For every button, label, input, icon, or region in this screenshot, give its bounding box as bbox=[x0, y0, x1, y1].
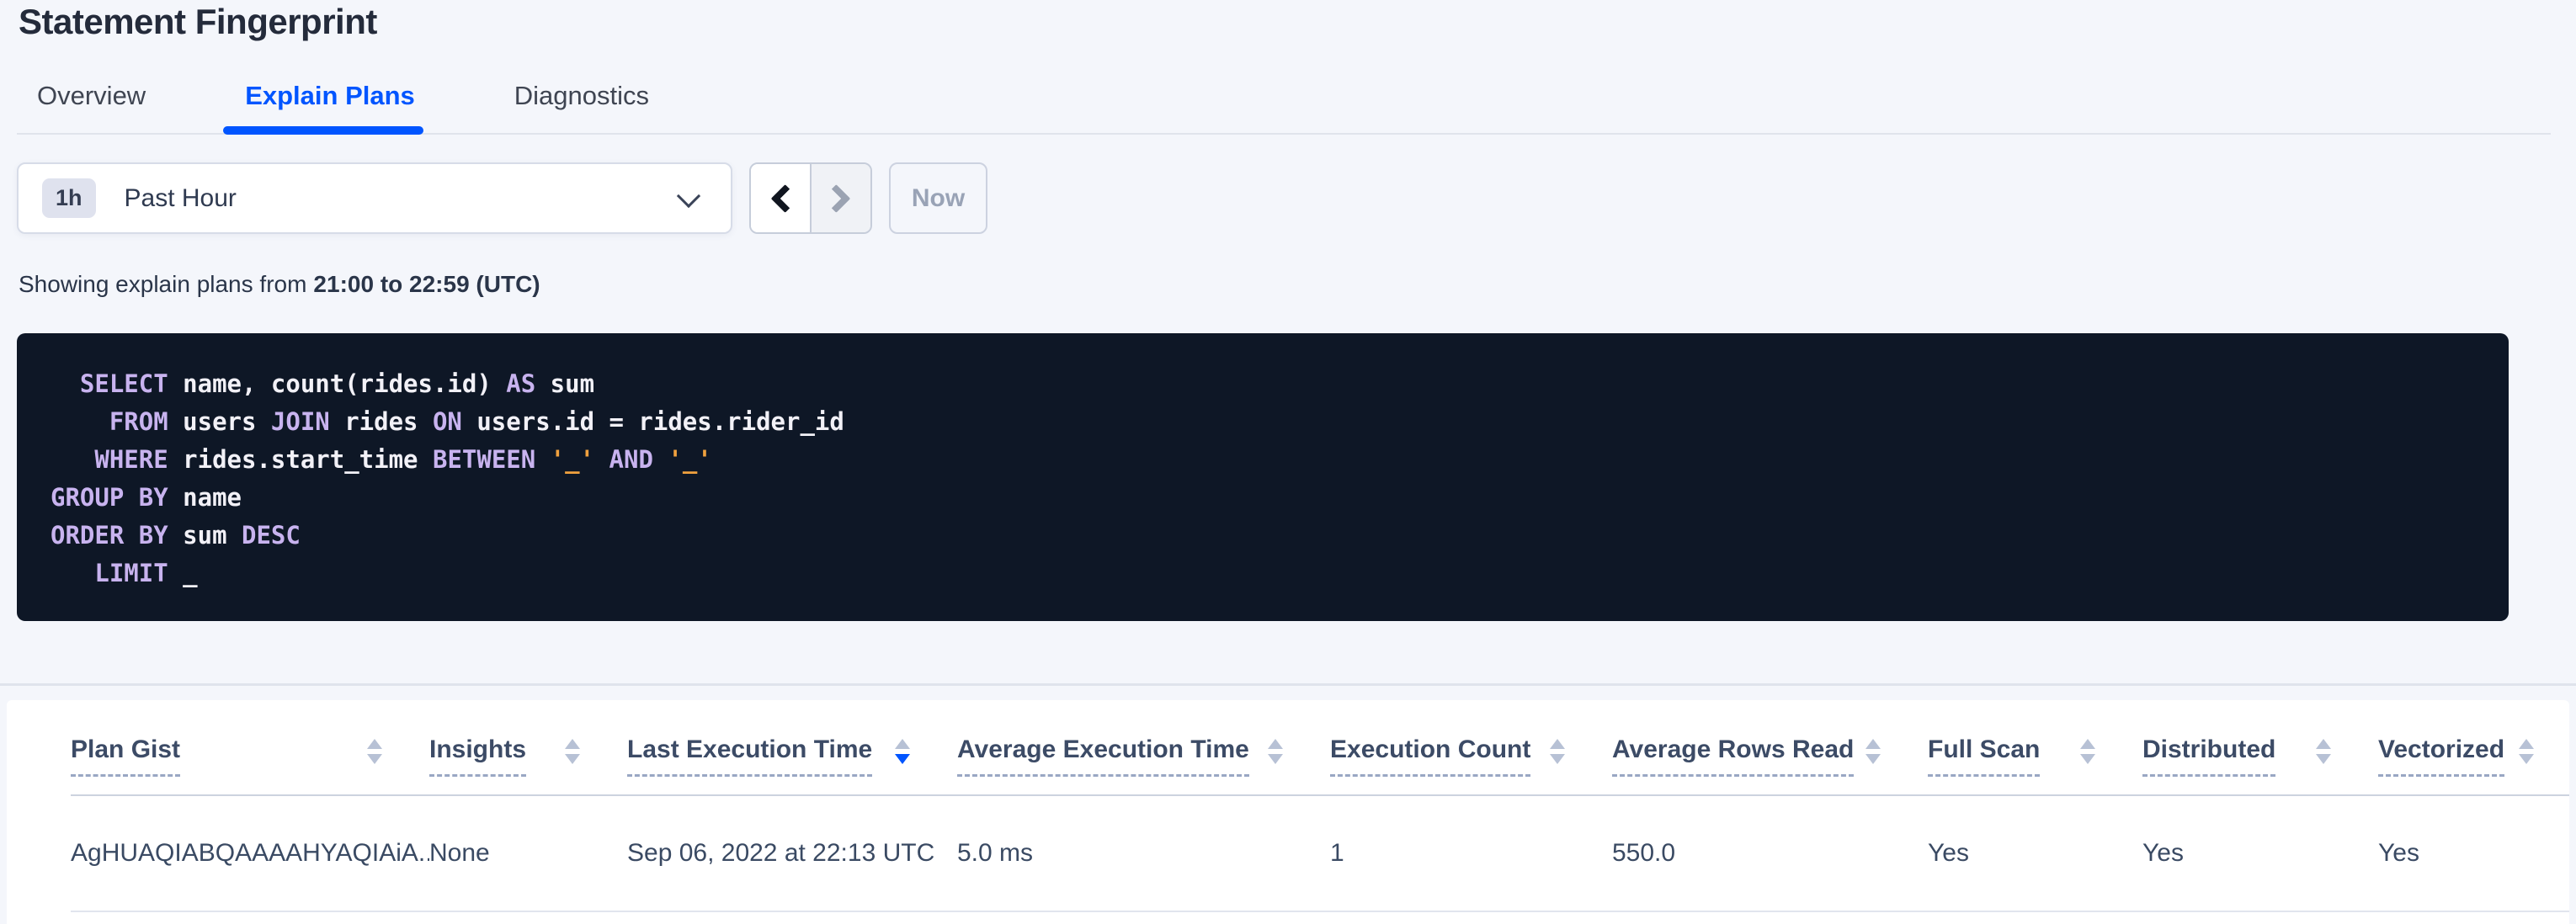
chevron-down-icon bbox=[677, 183, 700, 207]
tab-overview[interactable]: Overview bbox=[37, 81, 146, 133]
summary-range: 21:00 to 22:59 (UTC) bbox=[313, 271, 540, 297]
column-header-last-execution-time[interactable]: Last Execution Time bbox=[627, 735, 957, 777]
sql-line: WHERE rides.start_time BETWEEN '_' AND '… bbox=[51, 441, 2509, 479]
tabs: Overview Explain Plans Diagnostics bbox=[37, 81, 748, 133]
column-header-average-execution-time[interactable]: Average Execution Time bbox=[957, 735, 1330, 777]
table-row[interactable]: AgHUAQIABQAAAAHYAQIAiA...NoneSep 06, 202… bbox=[71, 796, 2569, 912]
sort-arrows-icon[interactable] bbox=[2080, 739, 2095, 764]
time-next-button[interactable] bbox=[812, 164, 870, 232]
sort-arrows-icon[interactable] bbox=[2519, 739, 2534, 764]
cell-distributed: Yes bbox=[2142, 839, 2378, 868]
sort-arrows-icon[interactable] bbox=[1550, 739, 1565, 764]
time-pager bbox=[749, 162, 872, 234]
column-header-average-rows-read[interactable]: Average Rows Read bbox=[1612, 735, 1928, 777]
section-divider bbox=[0, 683, 2576, 686]
sql-statement: SELECT name, count(rides.id) AS sum FROM… bbox=[51, 365, 2509, 592]
column-header-full-scan[interactable]: Full Scan bbox=[1928, 735, 2142, 777]
cell-insights: None bbox=[429, 839, 627, 868]
chevron-left-icon bbox=[771, 184, 800, 213]
time-range-dropdown[interactable]: 1h Past Hour bbox=[17, 162, 732, 234]
time-range-label: Past Hour bbox=[125, 184, 237, 213]
column-label: Vectorized bbox=[2378, 735, 2504, 777]
column-label: Plan Gist bbox=[71, 735, 180, 777]
tabs-bar: Overview Explain Plans Diagnostics bbox=[17, 0, 2551, 135]
summary-prefix: Showing explain plans from bbox=[19, 271, 306, 297]
sort-arrows-icon[interactable] bbox=[895, 739, 910, 764]
sort-arrows-icon[interactable] bbox=[1865, 739, 1881, 764]
cell-vectorized: Yes bbox=[2378, 839, 2568, 868]
column-label: Insights bbox=[429, 735, 526, 777]
cell-average-rows-read: 550.0 bbox=[1612, 839, 1928, 868]
column-header-vectorized[interactable]: Vectorized bbox=[2378, 735, 2568, 777]
cell-full-scan: Yes bbox=[1928, 839, 2142, 868]
tab-explain-plans[interactable]: Explain Plans bbox=[245, 81, 415, 133]
column-label: Execution Count bbox=[1330, 735, 1530, 777]
sort-arrows-icon[interactable] bbox=[565, 739, 580, 764]
column-label: Full Scan bbox=[1928, 735, 2040, 777]
now-button[interactable]: Now bbox=[889, 162, 987, 234]
column-header-insights[interactable]: Insights bbox=[429, 735, 627, 777]
sort-arrows-icon[interactable] bbox=[367, 739, 382, 764]
column-header-distributed[interactable]: Distributed bbox=[2142, 735, 2378, 777]
sql-line: ORDER BY sum DESC bbox=[51, 517, 2509, 555]
cell-execution-count: 1 bbox=[1330, 839, 1612, 868]
sort-arrows-icon[interactable] bbox=[1268, 739, 1283, 764]
column-label: Distributed bbox=[2142, 735, 2275, 777]
sql-line: SELECT name, count(rides.id) AS sum bbox=[51, 365, 2509, 403]
table-header-row: Plan Gist Insights Last Execution Time Aver… bbox=[71, 700, 2569, 796]
column-label: Average Execution Time bbox=[957, 735, 1249, 777]
time-prev-button[interactable] bbox=[751, 164, 812, 232]
sort-arrows-icon[interactable] bbox=[2316, 739, 2331, 764]
sql-line: FROM users JOIN rides ON users.id = ride… bbox=[51, 403, 2509, 441]
table-body: AgHUAQIABQAAAAHYAQIAiA...NoneSep 06, 202… bbox=[71, 796, 2569, 912]
chevron-right-icon bbox=[822, 184, 850, 213]
summary-text: Showing explain plans from 21:00 to 22:59… bbox=[19, 271, 540, 298]
sql-line: LIMIT _ bbox=[51, 555, 2509, 592]
column-label: Last Execution Time bbox=[627, 735, 872, 777]
tab-diagnostics[interactable]: Diagnostics bbox=[514, 81, 649, 133]
cell-average-execution-time: 5.0 ms bbox=[957, 839, 1330, 868]
column-header-plan-gist[interactable]: Plan Gist bbox=[71, 735, 429, 777]
time-range-badge: 1h bbox=[42, 178, 96, 218]
sql-line: GROUP BY name bbox=[51, 479, 2509, 517]
cell-last-execution-time: Sep 06, 2022 at 22:13 UTC bbox=[627, 839, 957, 868]
cell-plan-gist[interactable]: AgHUAQIABQAAAAHYAQIAiA... bbox=[71, 839, 429, 868]
sql-statement-box: SELECT name, count(rides.id) AS sum FROM… bbox=[17, 333, 2509, 621]
column-header-execution-count[interactable]: Execution Count bbox=[1330, 735, 1612, 777]
time-controls: 1h Past Hour Now bbox=[17, 162, 987, 234]
plans-table-card: Plan Gist Insights Last Execution Time Aver… bbox=[7, 700, 2569, 924]
column-label: Average Rows Read bbox=[1612, 735, 1854, 777]
